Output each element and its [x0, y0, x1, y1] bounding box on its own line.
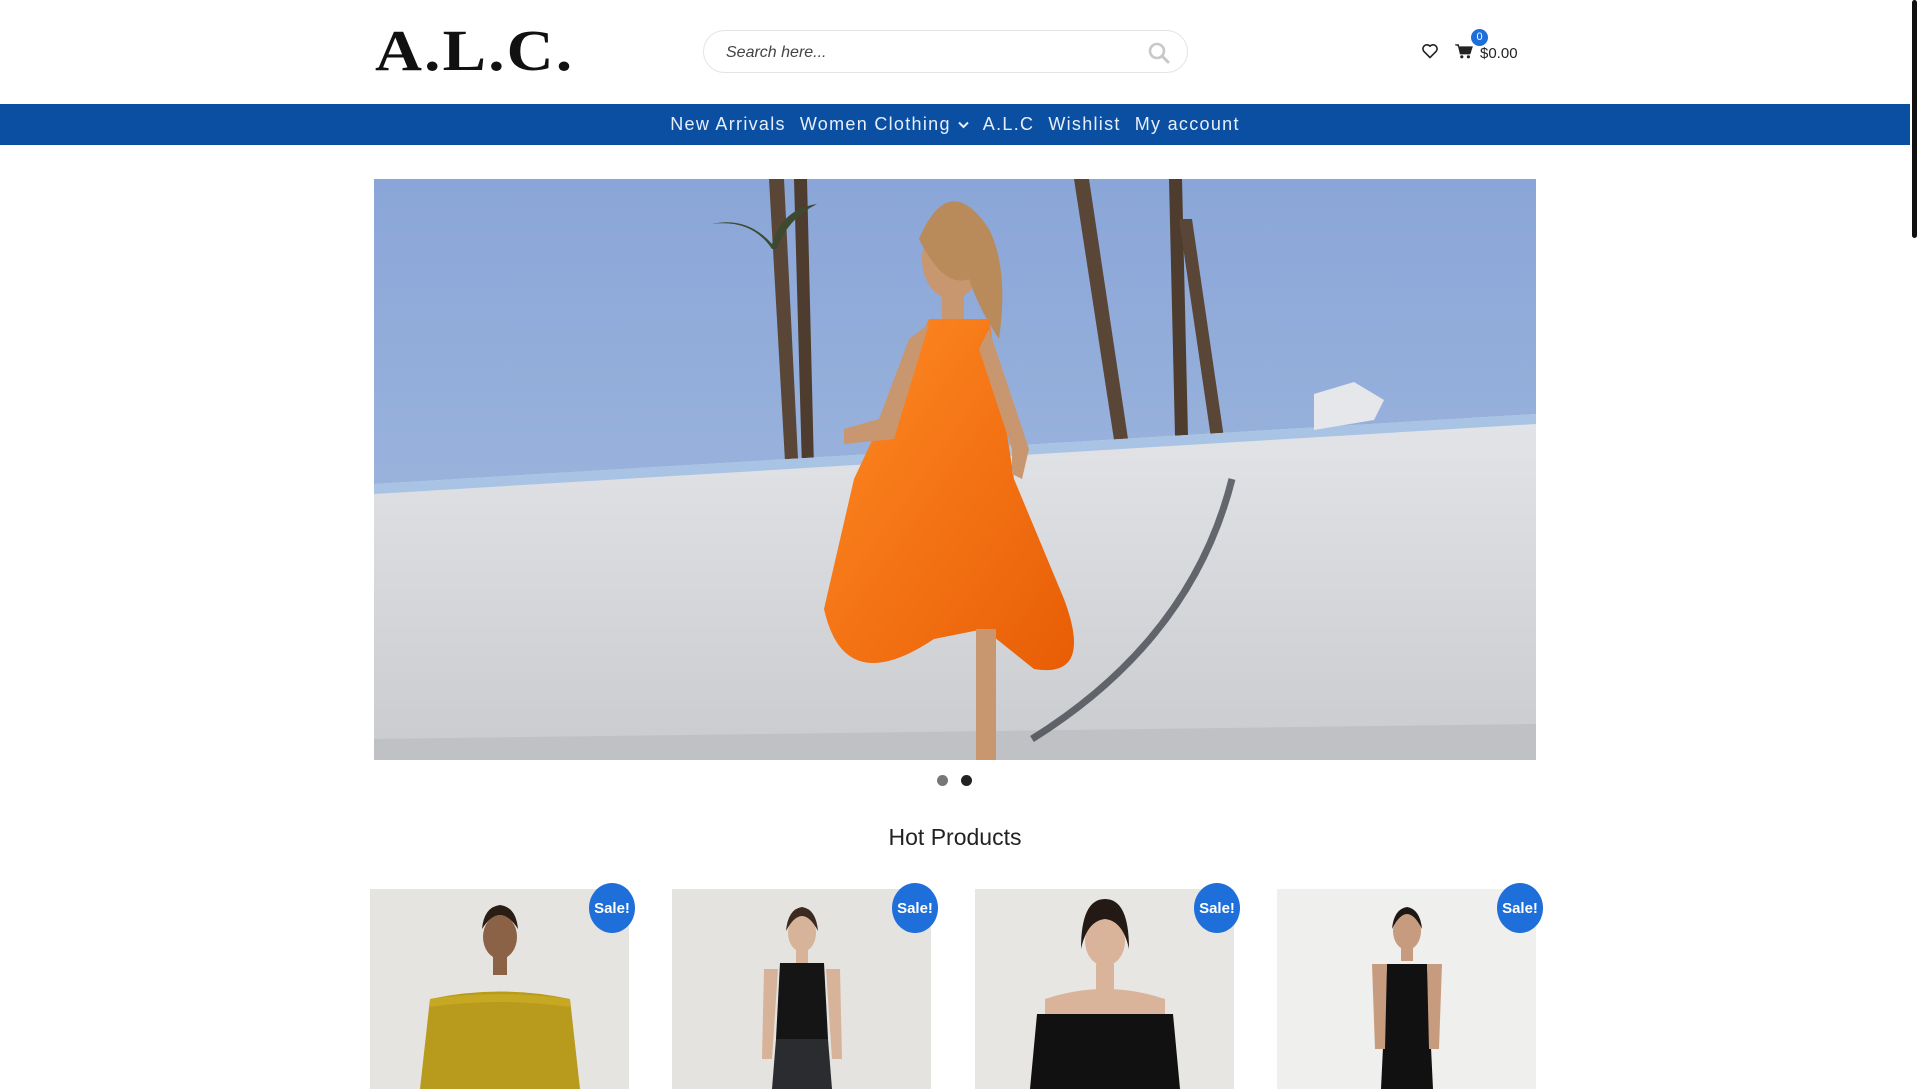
nav-item-label: Women Clothing	[799, 114, 951, 134]
hero-slide-image[interactable]	[374, 179, 1536, 760]
product-image	[370, 889, 629, 1089]
product-image	[1277, 889, 1536, 1089]
product-card-3[interactable]	[975, 889, 1234, 1089]
site-logo[interactable]: A.L.C.	[375, 22, 574, 80]
scrollbar[interactable]	[1910, 0, 1920, 1080]
heart-icon[interactable]	[1421, 43, 1439, 61]
search-box	[703, 30, 1188, 74]
page: A.L.C. 0 $0.00 New Arrivals Women Clothi…	[0, 0, 1910, 1089]
shopping-cart-icon	[1455, 44, 1473, 59]
slider-dots	[937, 775, 972, 786]
scrollbar-thumb[interactable]	[1912, 0, 1917, 238]
cart-total: $0.00	[1480, 45, 1518, 62]
sale-badge: Sale!	[892, 883, 938, 933]
product-card-4[interactable]	[1277, 889, 1536, 1089]
sale-badge: Sale!	[589, 883, 635, 933]
slider-dot-2[interactable]	[961, 775, 972, 786]
product-image	[672, 889, 931, 1089]
nav-item-my-account[interactable]: My account	[1135, 114, 1240, 135]
search-input[interactable]	[724, 31, 1128, 74]
nav-item-women-clothing[interactable]: Women Clothing	[800, 114, 969, 135]
nav-item-alc[interactable]: A.L.C	[983, 114, 1035, 135]
main-nav: New Arrivals Women Clothing A.L.C Wishli…	[0, 104, 1910, 145]
product-card-1[interactable]	[370, 889, 629, 1089]
sale-badge: Sale!	[1497, 883, 1543, 933]
slider-dot-1[interactable]	[937, 775, 948, 786]
product-card-2[interactable]	[672, 889, 931, 1089]
nav-item-wishlist[interactable]: Wishlist	[1048, 114, 1120, 135]
product-image	[975, 889, 1234, 1089]
chevron-down-icon	[958, 121, 969, 128]
sale-badge: Sale!	[1194, 883, 1240, 933]
search-icon[interactable]	[1147, 41, 1171, 65]
cart-count-badge: 0	[1471, 29, 1488, 46]
section-title: Hot Products	[888, 824, 1022, 850]
nav-item-new-arrivals[interactable]: New Arrivals	[670, 114, 786, 135]
